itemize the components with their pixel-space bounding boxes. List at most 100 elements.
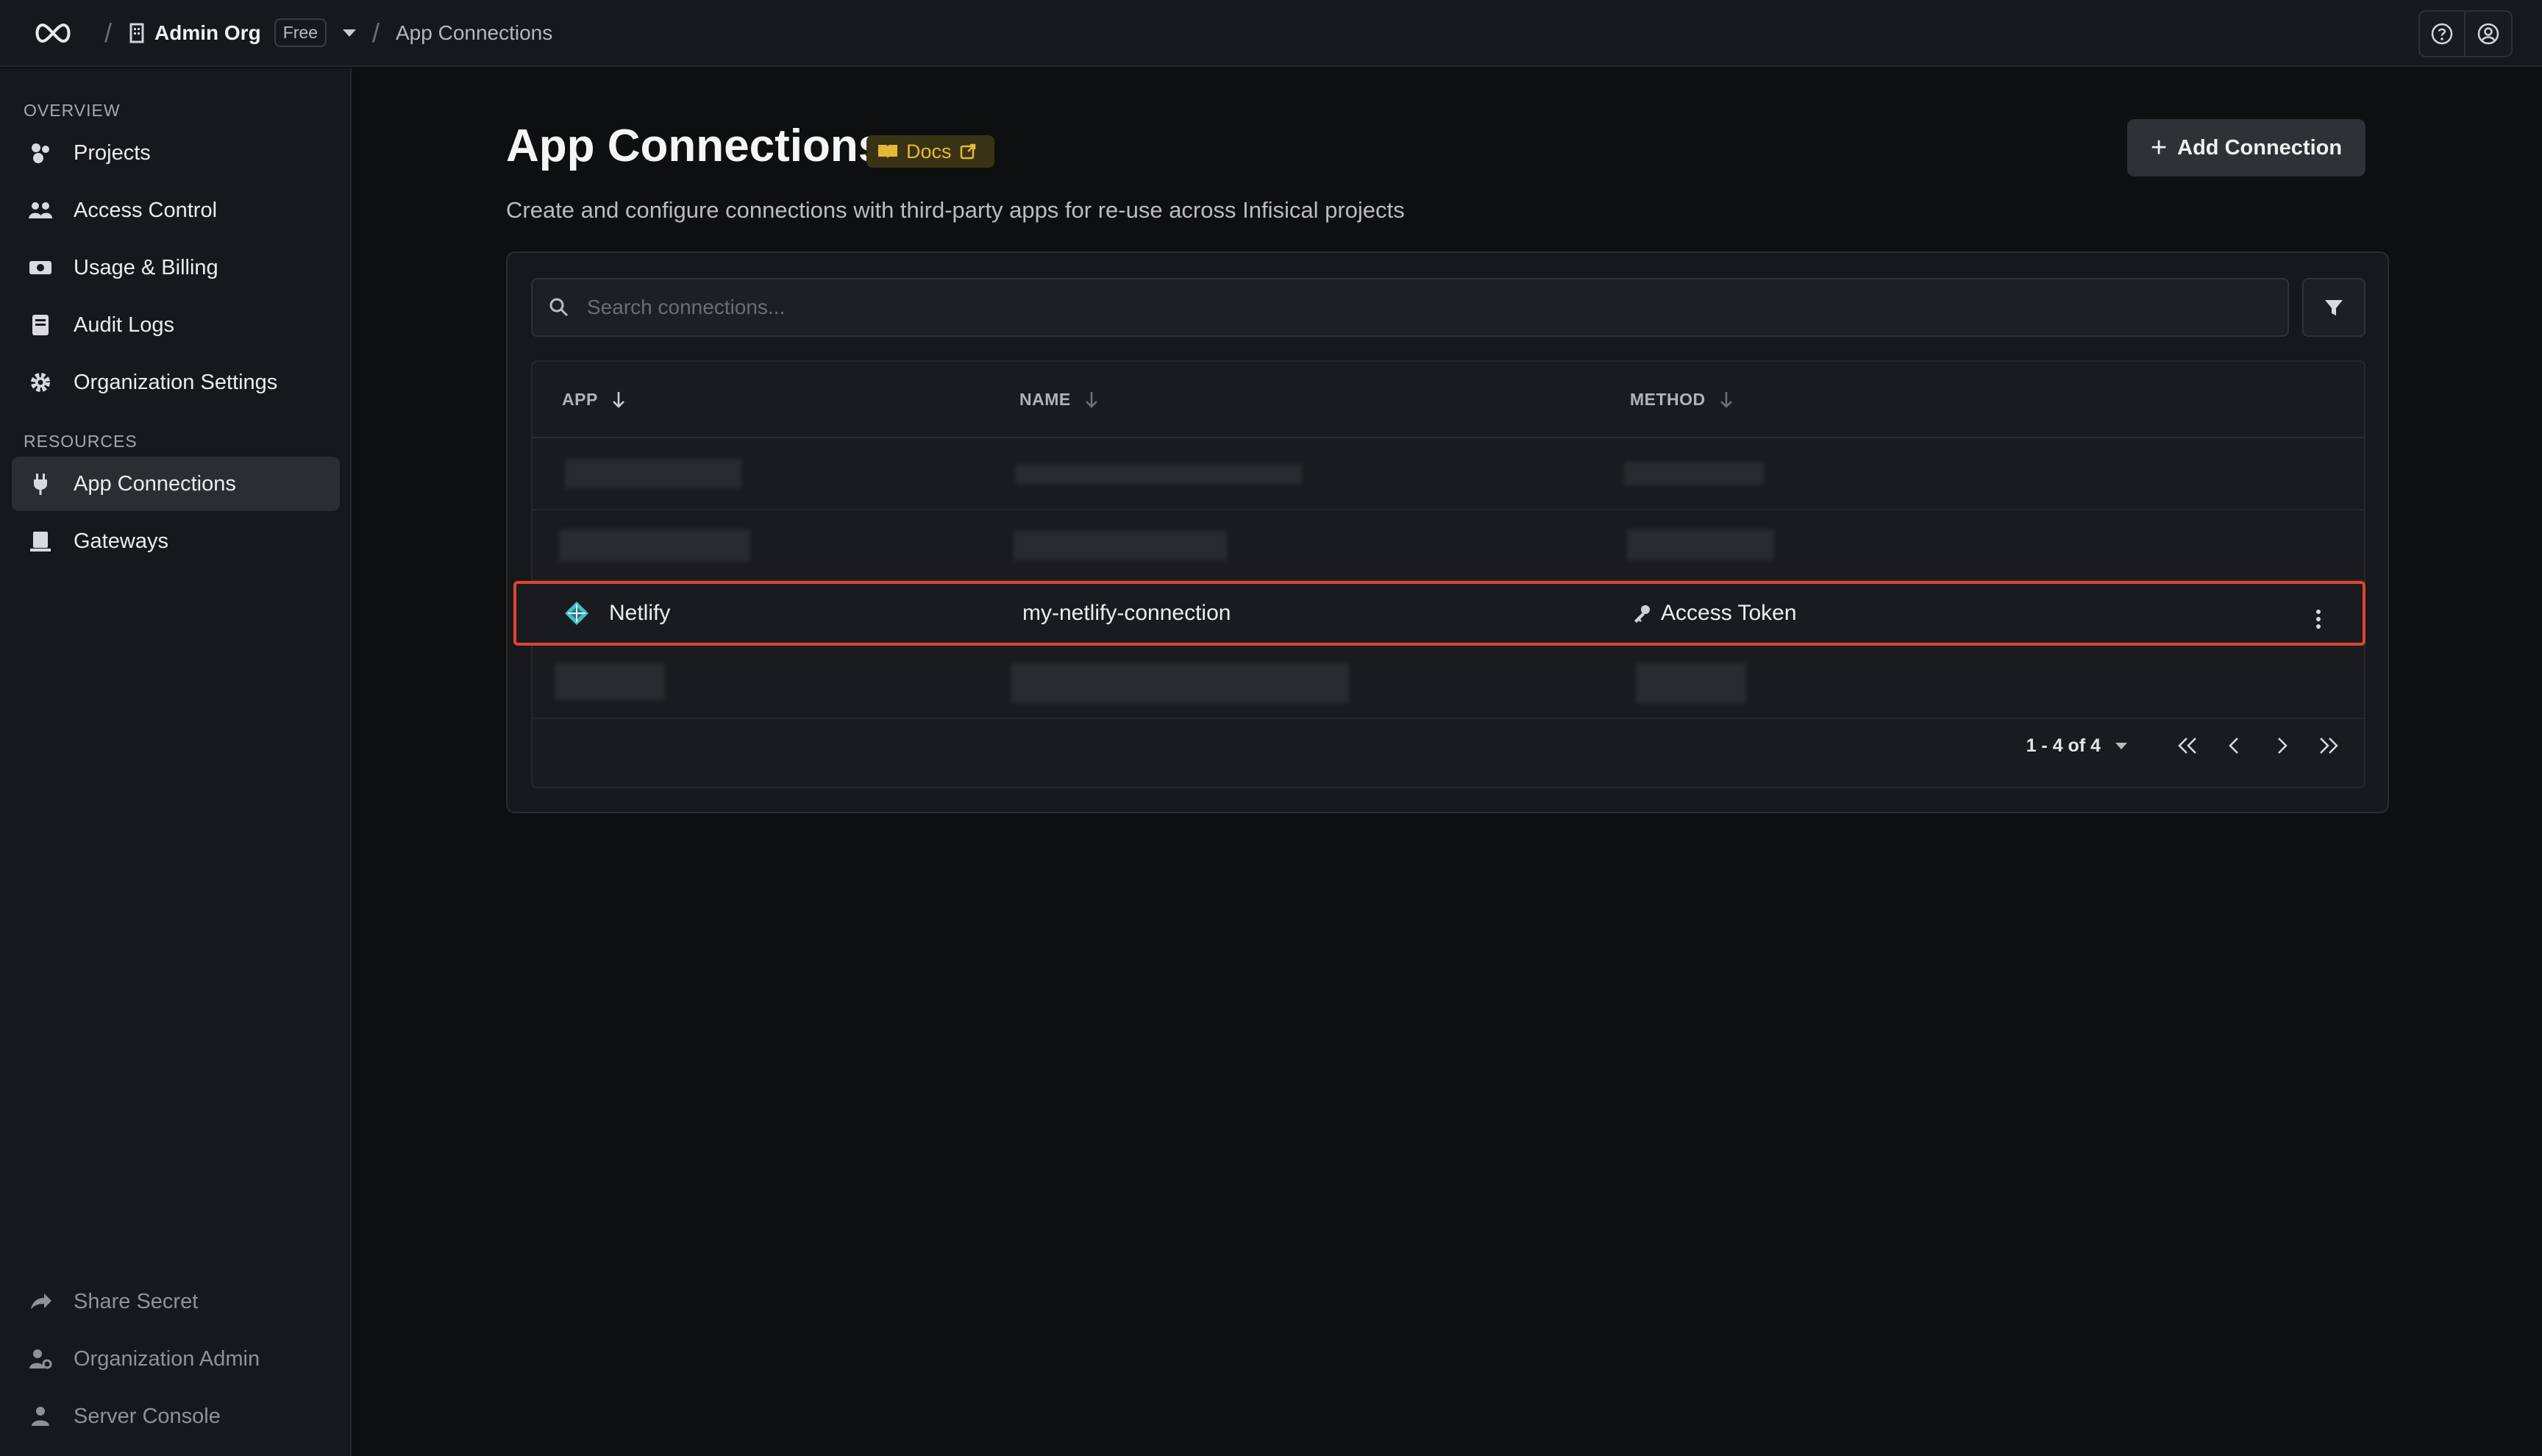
sidebar-item-gateways[interactable]: Gateways [12, 514, 340, 568]
sidebar-item-usage-billing[interactable]: Usage & Billing [12, 240, 340, 295]
user-cog-icon [29, 1349, 52, 1369]
redacted-method [1636, 663, 1746, 703]
connections-card: APP NAME METHOD [506, 251, 2389, 813]
app-cell: Netlify [563, 584, 670, 643]
sidebar-item-projects[interactable]: Projects [12, 126, 340, 180]
sidebar-item-server-console[interactable]: Server Console [12, 1389, 340, 1443]
redacted-name [1014, 531, 1227, 560]
redacted-app [555, 663, 665, 700]
column-header-method[interactable]: METHOD [1630, 390, 1734, 410]
audit-log-icon [32, 315, 49, 335]
question-circle-icon [2431, 23, 2453, 45]
sidebar-item-organization-admin[interactable]: Organization Admin [12, 1332, 340, 1386]
redacted-method [1627, 529, 1774, 560]
sidebar-item-access-control[interactable]: Access Control [12, 183, 340, 238]
chevron-down-icon[interactable] [342, 29, 356, 37]
more-options-icon[interactable] [2314, 609, 2323, 629]
top-right-actions [2418, 10, 2513, 57]
method-cell: Access Token [1631, 584, 1797, 643]
add-connection-button[interactable]: + Add Connection [2127, 119, 2365, 176]
last-page-button[interactable] [2313, 729, 2345, 762]
section-label-overview: OVERVIEW [24, 101, 121, 120]
chevron-right-icon [2278, 738, 2288, 754]
redacted-app [565, 459, 741, 488]
table-row-redacted[interactable] [533, 440, 2364, 510]
breadcrumb-current-page: App Connections [396, 21, 553, 44]
pagination: 1 - 4 of 4 [2026, 729, 2345, 762]
plan-badge: Free [274, 18, 327, 47]
external-link-icon [960, 143, 975, 160]
sidebar-item-organization-settings[interactable]: Organization Settings [12, 355, 340, 410]
breadcrumb-separator: / [104, 17, 113, 48]
book-icon [878, 145, 897, 159]
sidebar-item-label: Gateways [74, 529, 168, 553]
first-page-button[interactable] [2171, 729, 2204, 762]
search-icon [549, 298, 569, 317]
sidebar-item-label: Projects [74, 140, 151, 165]
app-name: Netlify [609, 601, 671, 625]
sidebar-item-label: Usage & Billing [74, 255, 218, 279]
breadcrumb-separator: / [371, 17, 380, 48]
sidebar-item-share-secret[interactable]: Share Secret [12, 1274, 340, 1329]
chevrons-left-icon [2178, 738, 2196, 754]
plug-icon [34, 474, 47, 495]
help-button[interactable] [2418, 10, 2466, 57]
sidebar-item-label: Audit Logs [74, 313, 175, 337]
chevrons-right-icon [2320, 738, 2338, 754]
connection-name: my-netlify-connection [1022, 601, 1231, 625]
redacted-name [1011, 663, 1349, 703]
pagination-count: 1 - 4 of 4 [2026, 735, 2101, 756]
user-shield-icon [32, 1407, 49, 1426]
plus-icon: + [2150, 132, 2168, 163]
sidebar-item-label: Organization Settings [74, 370, 278, 394]
add-connection-label: Add Connection [2177, 135, 2343, 160]
org-name[interactable]: Admin Org [154, 21, 261, 45]
page-size-dropdown-icon[interactable] [2115, 742, 2127, 749]
sidebar-item-label: Share Secret [74, 1289, 199, 1313]
search-input[interactable] [587, 296, 2205, 319]
sidebar-item-label: Organization Admin [74, 1346, 260, 1371]
search-bar [531, 278, 2289, 337]
table-row-redacted[interactable] [533, 649, 2364, 719]
previous-page-button[interactable] [2218, 729, 2251, 762]
sidebar-item-label: Server Console [74, 1404, 221, 1428]
column-header-name[interactable]: NAME [1019, 390, 1099, 410]
sidebar-item-label: App Connections [74, 471, 236, 496]
docs-label: Docs [906, 140, 952, 163]
column-header-app[interactable]: APP [562, 390, 626, 410]
gateway-icon [30, 532, 51, 552]
sort-arrow-down-icon [1720, 391, 1732, 408]
building-icon [129, 23, 144, 43]
next-page-button[interactable] [2265, 729, 2298, 762]
method-name: Access Token [1661, 601, 1797, 625]
sort-arrow-down-icon [612, 391, 624, 408]
redacted-method [1624, 462, 1764, 485]
user-circle-icon [2477, 23, 2499, 45]
sidebar: OVERVIEW Projects Access Control Usage &… [0, 68, 352, 1456]
sidebar-item-app-connections[interactable]: App Connections [12, 457, 340, 511]
connections-table: APP NAME METHOD Netlify my-netlify-conne… [513, 360, 2365, 788]
redacted-name [1015, 465, 1302, 484]
share-icon [31, 1293, 51, 1310]
sort-arrow-down-icon [1085, 391, 1097, 408]
filter-button[interactable] [2302, 278, 2365, 337]
sidebar-item-audit-logs[interactable]: Audit Logs [12, 298, 340, 352]
sidebar-item-label: Access Control [74, 198, 218, 222]
key-icon [1634, 605, 1650, 623]
table-row-redacted[interactable] [533, 510, 2364, 581]
page-subtitle: Create and configure connections with th… [506, 197, 1405, 223]
docs-link[interactable]: Docs [866, 135, 994, 168]
redacted-app [559, 529, 750, 562]
table-row-netlify[interactable]: Netlify my-netlify-connection Access Tok… [513, 581, 2365, 646]
section-label-resources: RESOURCES [24, 432, 138, 451]
page-title: App Connections [506, 121, 884, 171]
filter-icon [2325, 300, 2343, 315]
projects-icon [32, 143, 49, 163]
top-bar: / Admin Org Free / App Connections [0, 0, 2542, 67]
user-menu-button[interactable] [2466, 10, 2513, 57]
table-header: APP NAME METHOD [533, 362, 2364, 438]
users-icon [29, 202, 52, 218]
netlify-icon [565, 602, 588, 625]
chevron-left-icon [2229, 738, 2238, 754]
infisical-logo-icon[interactable] [32, 22, 74, 44]
